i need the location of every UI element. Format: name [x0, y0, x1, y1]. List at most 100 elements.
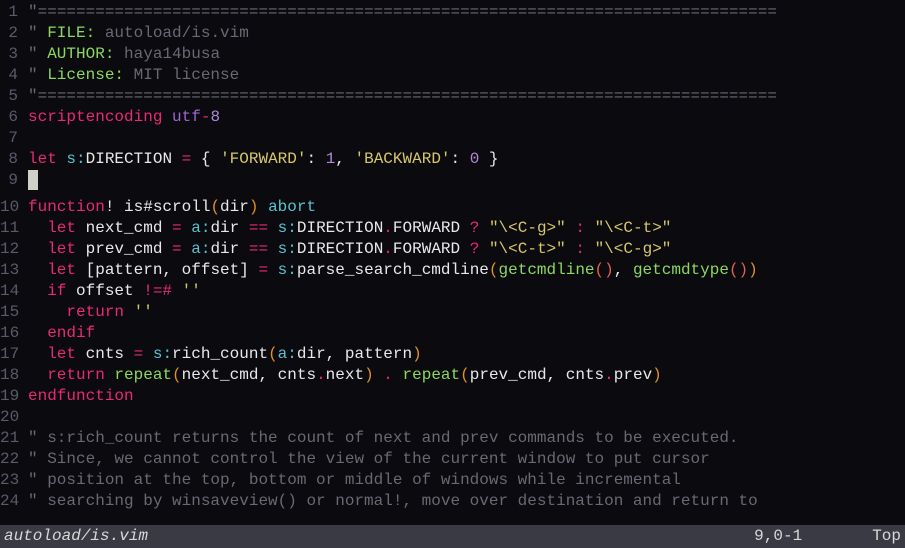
token: =	[172, 240, 182, 258]
code-line[interactable]: 15 return ''	[0, 302, 905, 323]
token: s:	[153, 345, 172, 363]
token: AUTHOR:	[47, 45, 114, 63]
code-content[interactable]: let prev_cmd = a:dir == s:DIRECTION.FORW…	[28, 239, 905, 260]
code-content[interactable]: scriptencoding utf-8	[28, 107, 905, 128]
token: DIRECTION	[297, 240, 383, 258]
status-position: 9,0-1	[754, 526, 802, 547]
code-line[interactable]: 1"======================================…	[0, 2, 905, 23]
code-content[interactable]: if offset !=# ''	[28, 281, 905, 302]
token	[28, 261, 47, 279]
code-content[interactable]: let s:DIRECTION = { 'FORWARD': 1, 'BACKW…	[28, 149, 905, 170]
code-content[interactable]: " position at the top, bottom or middle …	[28, 470, 905, 491]
code-line[interactable]: 3" AUTHOR: haya14busa	[0, 44, 905, 65]
code-line[interactable]: 21" s:rich_count returns the count of ne…	[0, 428, 905, 449]
code-content[interactable]: "=======================================…	[28, 2, 905, 23]
code-line[interactable]: 12 let prev_cmd = a:dir == s:DIRECTION.F…	[0, 239, 905, 260]
token	[28, 240, 47, 258]
token: ! is#scroll	[105, 198, 211, 216]
code-content[interactable]: return ''	[28, 302, 905, 323]
code-line[interactable]: 10function! is#scroll(dir) abort	[0, 197, 905, 218]
token: :	[575, 219, 585, 237]
code-line[interactable]: 9	[0, 170, 905, 197]
token: {	[191, 150, 220, 168]
code-content[interactable]: " searching by winsaveview() or normal!,…	[28, 491, 905, 512]
code-line[interactable]: 5"======================================…	[0, 86, 905, 107]
status-bar: autoload/is.vim 9,0-1 Top	[0, 525, 905, 548]
code-content[interactable]: "=======================================…	[28, 86, 905, 107]
code-content[interactable]: endfunction	[28, 386, 905, 407]
code-line[interactable]: 18 return repeat(next_cmd, cnts.next) . …	[0, 365, 905, 386]
token	[268, 219, 278, 237]
line-number: 1	[0, 2, 28, 23]
token: getcmdline	[499, 261, 595, 279]
code-content[interactable]: let next_cmd = a:dir == s:DIRECTION.FORW…	[28, 218, 905, 239]
token: (	[210, 198, 220, 216]
line-number: 6	[0, 107, 28, 128]
code-line[interactable]: 20	[0, 407, 905, 428]
code-line[interactable]: 6scriptencoding utf-8	[0, 107, 905, 128]
token: dir	[210, 240, 248, 258]
code-content[interactable]: " License: MIT license	[28, 65, 905, 86]
token: FORWARD	[393, 240, 470, 258]
line-number: 5	[0, 86, 28, 107]
code-line[interactable]: 17 let cnts = s:rich_count(a:dir, patter…	[0, 344, 905, 365]
token	[28, 345, 47, 363]
token: let	[47, 261, 76, 279]
token: "	[28, 24, 47, 42]
code-line[interactable]: 13 let [pattern, offset] = s:parse_searc…	[0, 260, 905, 281]
token: rich_count	[172, 345, 268, 363]
token	[393, 366, 403, 384]
token	[162, 108, 172, 126]
code-line[interactable]: 14 if offset !=# ''	[0, 281, 905, 302]
code-line[interactable]: 24" searching by winsaveview() or normal…	[0, 491, 905, 512]
code-content[interactable]: let cnts = s:rich_count(a:dir, pattern)	[28, 344, 905, 365]
code-line[interactable]: 11 let next_cmd = a:dir == s:DIRECTION.F…	[0, 218, 905, 239]
code-line[interactable]: 7	[0, 128, 905, 149]
token: ()	[595, 261, 614, 279]
code-line[interactable]: 19endfunction	[0, 386, 905, 407]
line-number: 23	[0, 470, 28, 491]
token	[143, 345, 153, 363]
code-content[interactable]: " Since, we cannot control the view of t…	[28, 449, 905, 470]
code-content[interactable]: " AUTHOR: haya14busa	[28, 44, 905, 65]
code-line[interactable]: 2" FILE: autoload/is.vim	[0, 23, 905, 44]
token: a:	[191, 219, 210, 237]
token: "	[28, 429, 47, 447]
code-editor[interactable]: 1"======================================…	[0, 0, 905, 514]
token: 'FORWARD'	[220, 150, 306, 168]
line-number: 4	[0, 65, 28, 86]
code-line[interactable]: 23" position at the top, bottom or middl…	[0, 470, 905, 491]
token: =	[182, 150, 192, 168]
code-content[interactable]	[28, 128, 905, 149]
token: return	[66, 303, 124, 321]
token	[268, 261, 278, 279]
code-content[interactable]: " FILE: autoload/is.vim	[28, 23, 905, 44]
code-content[interactable]: let [pattern, offset] = s:parse_search_c…	[28, 260, 905, 281]
token: s:	[278, 261, 297, 279]
line-number: 3	[0, 44, 28, 65]
token	[172, 282, 182, 300]
token: .	[383, 240, 393, 258]
token: s:	[66, 150, 85, 168]
token: position at the top, bottom or middle of…	[47, 471, 681, 489]
token	[585, 240, 595, 258]
token: 0	[470, 150, 480, 168]
token	[479, 219, 489, 237]
code-line[interactable]: 16 endif	[0, 323, 905, 344]
code-content[interactable]	[28, 170, 905, 197]
token: let	[47, 240, 76, 258]
token: cnts	[76, 345, 134, 363]
code-content[interactable]: endif	[28, 323, 905, 344]
code-content[interactable]	[28, 407, 905, 428]
token: endif	[47, 324, 95, 342]
token: autoload/is.vim	[95, 24, 249, 42]
code-content[interactable]: return repeat(next_cmd, cnts.next) . rep…	[28, 365, 905, 386]
code-content[interactable]: " s:rich_count returns the count of next…	[28, 428, 905, 449]
token: =	[172, 219, 182, 237]
code-line[interactable]: 4" License: MIT license	[0, 65, 905, 86]
code-line[interactable]: 8let s:DIRECTION = { 'FORWARD': 1, 'BACK…	[0, 149, 905, 170]
code-content[interactable]: function! is#scroll(dir) abort	[28, 197, 905, 218]
token: )	[412, 345, 422, 363]
code-line[interactable]: 22" Since, we cannot control the view of…	[0, 449, 905, 470]
line-number: 9	[0, 170, 28, 197]
